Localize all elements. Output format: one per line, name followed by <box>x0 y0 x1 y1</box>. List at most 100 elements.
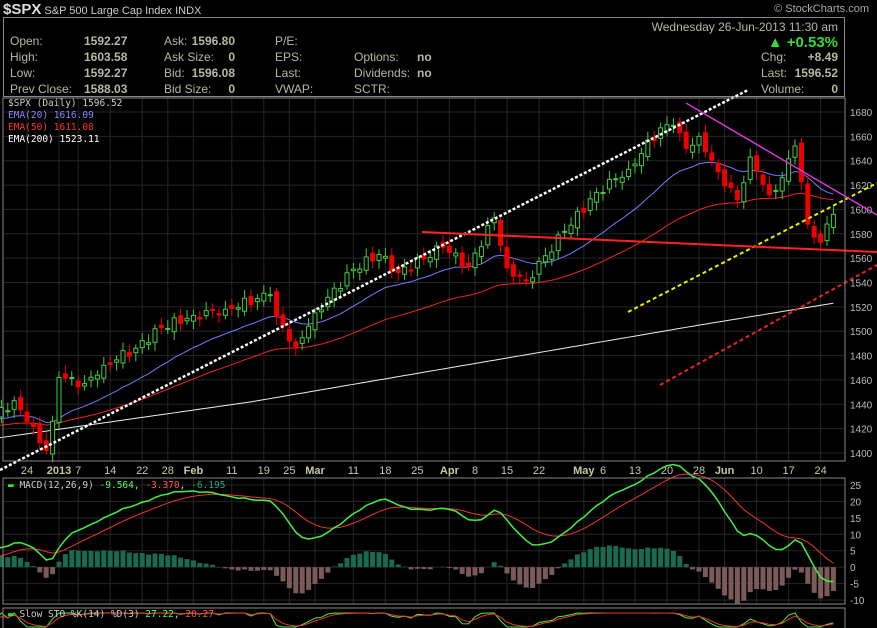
candle <box>472 252 478 269</box>
candle <box>370 252 376 262</box>
candle <box>88 376 94 381</box>
macd-histogram-bar <box>504 567 510 574</box>
macd-histogram-bar <box>88 550 94 568</box>
candle <box>363 256 369 271</box>
macd-histogram-bar <box>773 567 779 590</box>
y-tick-label: 1500 <box>850 327 873 338</box>
macd-histogram-bar <box>491 562 497 568</box>
price-legend: $SPX (Daily) 1596.52 EMA(20) 1616.09 EMA… <box>8 98 122 146</box>
candle <box>293 341 299 348</box>
macd-histogram-bar <box>555 567 561 569</box>
candle <box>248 296 254 306</box>
candle <box>734 189 740 201</box>
candle <box>830 213 836 228</box>
candle <box>229 305 235 310</box>
candle <box>542 255 548 263</box>
candle <box>702 132 708 153</box>
y-tick-label: 1460 <box>850 376 873 387</box>
candle <box>82 383 88 387</box>
x-tick-label: 7 <box>75 465 81 477</box>
candle <box>709 152 715 161</box>
candle <box>696 135 702 146</box>
candle <box>50 420 56 455</box>
candle <box>178 315 184 324</box>
x-tick-label: 28 <box>162 465 174 477</box>
macd-histogram-bar <box>722 567 728 596</box>
macd-histogram-bar <box>459 567 465 574</box>
candle <box>523 279 529 282</box>
candle <box>581 207 587 213</box>
macd-histogram-bar <box>261 567 267 570</box>
macd-histogram-bar <box>670 550 676 568</box>
x-tick-label: 25 <box>411 465 423 477</box>
macd-legend: ▬ MACD(12,26,9) -9.564, -3.370, -6.195 <box>8 480 226 491</box>
candle <box>357 268 363 273</box>
y-tick-label: 1660 <box>850 132 873 143</box>
macd-tick-label: 25 <box>850 481 862 492</box>
x-tick-label: 19 <box>258 465 270 477</box>
candle <box>18 396 24 411</box>
macd-tick-label: 5 <box>850 547 856 558</box>
macd-histogram-bar <box>734 567 740 604</box>
macd-histogram-bar <box>421 567 427 570</box>
macd-histogram-bar <box>658 547 664 568</box>
macd-tick-label: 15 <box>850 514 862 525</box>
candle <box>338 288 344 292</box>
candle <box>446 245 452 253</box>
candle <box>146 342 152 345</box>
macd-histogram-bar <box>30 566 36 568</box>
candle <box>197 316 203 320</box>
candle <box>165 327 171 330</box>
macd-histogram-bar <box>645 547 651 568</box>
macd-histogram-bar <box>498 565 504 568</box>
macd-histogram-bar <box>190 560 196 568</box>
x-tick-label: May <box>573 465 595 477</box>
macd-histogram-bar <box>798 567 804 573</box>
candle <box>517 274 523 277</box>
candle <box>427 257 433 263</box>
x-tick-label: 10 <box>750 465 762 477</box>
macd-histogram-bar <box>562 563 568 568</box>
candle <box>101 364 107 379</box>
macd-histogram-bar <box>581 552 587 568</box>
macd-histogram-bar <box>830 567 836 591</box>
macd-histogram-bar <box>18 557 24 568</box>
candle <box>318 309 324 313</box>
ema50-line <box>0 192 834 426</box>
macd-histogram-bar <box>75 550 81 568</box>
candle <box>56 376 62 423</box>
macd-histogram-bar <box>651 548 657 568</box>
macd-histogram-bar <box>370 551 376 568</box>
candle <box>568 224 574 235</box>
candle <box>722 169 728 187</box>
candle <box>382 255 388 259</box>
candle <box>376 253 382 262</box>
candle <box>139 340 145 349</box>
macd-histogram-bar <box>472 567 478 576</box>
candle <box>421 254 427 260</box>
macd-histogram-bar <box>587 549 593 568</box>
macd-histogram-bar <box>165 555 171 568</box>
x-tick-label: 22 <box>533 465 545 477</box>
macd-histogram-bar <box>760 567 766 590</box>
candle <box>331 287 337 300</box>
macd-histogram-bar <box>56 561 62 568</box>
macd-histogram-bar <box>152 553 158 568</box>
candle <box>690 144 696 153</box>
y-tick-label: 1420 <box>850 425 873 436</box>
price-chart[interactable]: 1680166016401620160015801560154015201500… <box>0 0 877 628</box>
candle <box>107 362 113 365</box>
candle <box>24 411 30 422</box>
y-tick-label: 1480 <box>850 352 873 363</box>
macd-histogram-bar <box>286 567 292 589</box>
candle <box>312 312 318 331</box>
macd-histogram-bar <box>210 564 216 568</box>
candle <box>210 308 216 311</box>
macd-histogram-bar <box>638 548 644 568</box>
candle <box>453 252 459 257</box>
sto-legend: ▬ Slow STO %K(14) %D(3) 27.22, 20.27 <box>8 609 214 620</box>
candle <box>62 373 68 379</box>
candle <box>466 262 472 268</box>
macd-histogram-bar <box>312 567 318 584</box>
macd-histogram-bar <box>683 563 689 568</box>
